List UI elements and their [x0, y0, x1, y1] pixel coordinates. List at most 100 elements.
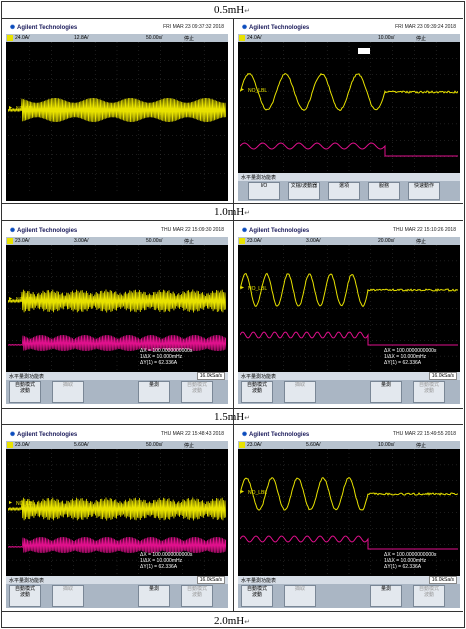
channel-1-label: NO_LBL	[248, 88, 267, 94]
waveform-plot	[8, 449, 226, 576]
channel-1-indicator	[239, 35, 245, 41]
scope-status-bar: 23.0A/3.00A/20.00s/停止	[238, 237, 460, 245]
menu-title-bar: 水平量測功能表 16.0kSa/s	[6, 576, 228, 584]
softkey-button[interactable]: 擷取	[284, 381, 316, 403]
measurement-readout: ΔY(1) = 62.336A	[140, 360, 192, 366]
channel-1-trace	[8, 498, 226, 521]
brand-name: Agilent Technologies	[17, 25, 77, 31]
brand-name: Agilent Technologies	[249, 25, 309, 31]
softkey-button[interactable]: 擷取	[52, 381, 84, 403]
run-mode: 停止	[184, 238, 194, 245]
sample-rate: 16.0kSa/s	[429, 576, 457, 584]
channel-1-marker-icon: ▸	[241, 86, 244, 93]
run-mode: 停止	[184, 35, 194, 42]
scope-status-bar: 24.0A/10.00s/停止	[238, 34, 460, 42]
cursor-measurements: ΔX = 100.0000000000s 1/ΔX = 10.000mHz ΔY(1…	[140, 348, 192, 366]
softkey-button[interactable]: 自動模式 波動	[241, 381, 273, 403]
channel-1-marker-icon: ▸	[9, 499, 12, 506]
softkey-button[interactable]: 自動模式 波動	[241, 585, 273, 607]
channel-1-indicator	[239, 238, 245, 244]
scope-timestamp: THU MAR 22 15:49:55 2018	[393, 431, 456, 437]
cursor-measurements: ΔX = 100.0000000000s 1/ΔX = 10.000mHz ΔY(1…	[384, 348, 436, 366]
spark-icon: ✺	[10, 432, 15, 438]
softkey-button[interactable]: 快速動作	[408, 182, 440, 200]
softkey-button[interactable]: 擷取	[52, 585, 84, 607]
spark-icon: ✺	[10, 25, 15, 31]
menu-title-bar: 水平量測功能表 16.0kSa/s	[238, 372, 460, 380]
sample-rate: 16.0kSa/s	[197, 372, 225, 380]
time-scale: 50.00s/	[146, 238, 162, 244]
softkey-button[interactable]: 選項	[328, 182, 360, 200]
softkey-button[interactable]: 服務	[368, 182, 400, 200]
header-2.0mH: 2.0mH↵	[1, 614, 463, 629]
softkey-button[interactable]: 量測	[138, 381, 170, 403]
softkey-button[interactable]: 擷取	[284, 585, 316, 607]
scope-title-bar: ✺ Agilent Technologies THU MAR 22 15:48:43…	[6, 428, 228, 441]
softkey-button[interactable]: 自動模式 波動	[9, 381, 41, 403]
divider	[1, 408, 463, 409]
brand-logo: ✺ Agilent Technologies	[10, 431, 77, 438]
softkey-bar: I/O 文檔/波動器 選項 服務 快速動作	[238, 181, 460, 201]
softkey-button[interactable]: 自動模式 波動	[181, 585, 213, 607]
softkey-button[interactable]: 文檔/波動器	[288, 182, 320, 200]
measurement-readout: ΔY(1) = 62.336A	[140, 564, 192, 570]
channel-1-scale: 23.0A/	[15, 442, 29, 448]
spark-icon: ✺	[242, 228, 247, 234]
softkey-button[interactable]: 自動模式 波動	[413, 585, 445, 607]
waveform-plot	[8, 42, 226, 192]
scope-title-bar: ✺ Agilent Technologies THU MAR 22 15:09:30…	[6, 224, 228, 237]
brand-logo: ✺ Agilent Technologies	[10, 24, 77, 31]
softkey-bar: 自動模式 波動 擷取 量測 自動模式 波動	[238, 584, 460, 608]
brand-name: Agilent Technologies	[249, 432, 309, 438]
scope-title-bar: ✺ Agilent Technologies THU MAR 22 15:10:26…	[238, 224, 460, 237]
brand-logo: ✺ Agilent Technologies	[242, 431, 309, 438]
scope-timestamp: THU MAR 22 15:48:43 2018	[161, 431, 224, 437]
softkey-button[interactable]: 量測	[138, 585, 170, 607]
brand-logo: ✺ Agilent Technologies	[10, 227, 77, 234]
divider	[1, 18, 463, 19]
menu-title: 水平量測功能表	[9, 577, 44, 584]
softkey-button[interactable]: 量測	[370, 585, 402, 607]
channel-1-trace	[240, 74, 458, 111]
softkey-button[interactable]: 量測	[370, 381, 402, 403]
brand-name: Agilent Technologies	[17, 228, 77, 234]
waveform-display: NO_LBL ▸ ΔX = 100.0000000000s 1/ΔX = 10.000…	[240, 449, 458, 576]
oscilloscope-screenshot: ✺ Agilent Technologies FRI MAR 23 09:39:24…	[238, 21, 460, 201]
channel-1-label: NO_LBL	[16, 297, 35, 303]
channel-2-scale: 3.00A/	[306, 238, 320, 244]
channel-2-trace	[8, 537, 226, 553]
divider	[1, 611, 463, 612]
channel-1-indicator	[7, 35, 13, 41]
header-1.5mH: 1.5mH↵	[1, 410, 463, 425]
oscilloscope-screenshot: ✺ Agilent Technologies THU MAR 22 15:48:43…	[6, 428, 228, 608]
waveform-plot	[240, 42, 458, 173]
menu-title: 水平量測功能表	[241, 577, 276, 584]
measurement-readout: ΔY(1) = 62.336A	[384, 564, 436, 570]
channel-2-scale: 5.60A/	[74, 442, 88, 448]
scope-status-bar: 23.0A/3.00A/50.00s/停止	[6, 237, 228, 245]
time-scale: 10.00s/	[378, 35, 394, 41]
softkey-button[interactable]: 自動模式 波動	[181, 381, 213, 403]
scope-status-bar: 23.0A/5.60A/10.00s/停止	[238, 441, 460, 449]
channel-1-trace	[8, 290, 226, 313]
run-mode: 停止	[184, 442, 194, 449]
measurement-readout: ΔY(1) = 62.336A	[384, 360, 436, 366]
softkey-button[interactable]: 自動模式 波動	[9, 585, 41, 607]
channel-1-label: NO_LBL	[248, 490, 267, 496]
menu-title-bar: 水平量測功能表 16.0kSa/s	[6, 372, 228, 380]
softkey-bar: 自動模式 波動 擷取 量測 自動模式 波動	[238, 380, 460, 404]
run-mode: 停止	[416, 35, 426, 42]
scope-timestamp: FRI MAR 23 09:37:32 2018	[163, 24, 224, 30]
time-scale: 20.00s/	[378, 238, 394, 244]
scope-timestamp: THU MAR 22 15:09:30 2018	[161, 227, 224, 233]
channel-1-scale: 24.0A/	[15, 35, 29, 41]
channel-1-label: NO_LBL	[16, 106, 35, 112]
brand-name: Agilent Technologies	[249, 228, 309, 234]
softkey-button[interactable]: 自動模式 波動	[413, 381, 445, 403]
menu-title-bar: 水平量測功能表	[238, 173, 460, 181]
scope-title-bar: ✺ Agilent Technologies FRI MAR 23 09:37:32…	[6, 21, 228, 34]
channel-2-scale: 3.00A/	[74, 238, 88, 244]
oscilloscope-screenshot: ✺ Agilent Technologies THU MAR 22 15:49:55…	[238, 428, 460, 608]
divider	[233, 18, 234, 611]
softkey-button[interactable]: I/O	[248, 182, 280, 200]
